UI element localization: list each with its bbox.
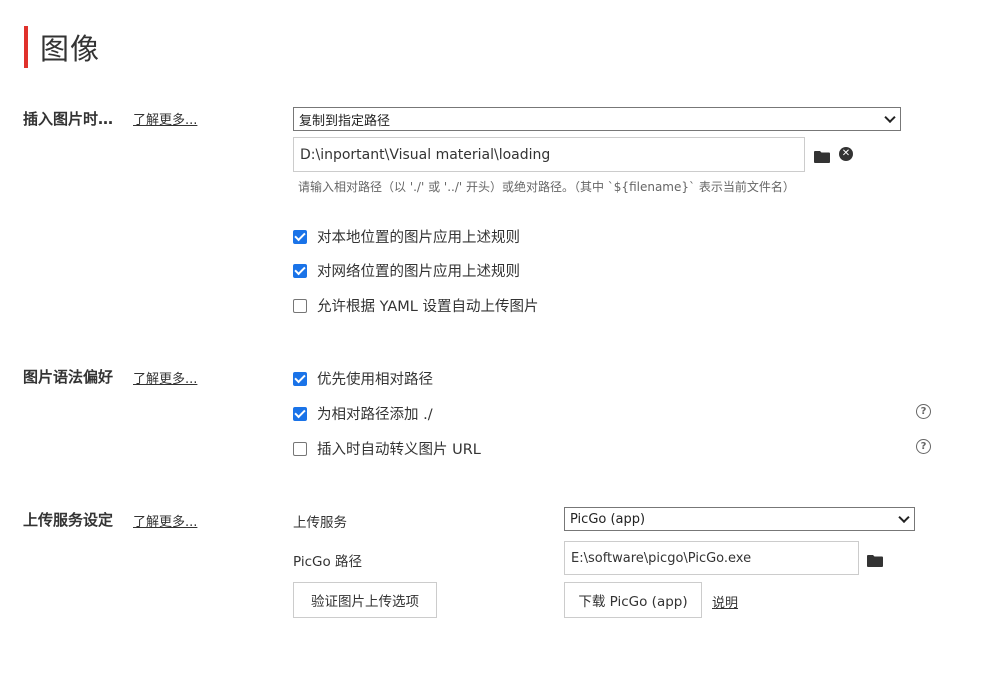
- explain-link[interactable]: 说明: [712, 592, 738, 611]
- learn-more-link-insert-image[interactable]: 了解更多...: [133, 109, 197, 128]
- learn-more-link-syntax-pref[interactable]: 了解更多...: [133, 368, 197, 387]
- folder-icon[interactable]: [814, 148, 830, 167]
- help-icon[interactable]: ?: [916, 404, 931, 419]
- option-network-images[interactable]: 对网络位置的图片应用上述规则: [293, 260, 520, 281]
- image-path-input[interactable]: D:\inportant\Visual material\loading: [293, 137, 805, 172]
- page-title: 图像: [24, 26, 100, 68]
- section-label-insert-image: 插入图片时…: [23, 110, 114, 128]
- upload-service-select-value: PicGo (app): [570, 511, 646, 527]
- upload-service-select[interactable]: PicGo (app): [564, 507, 915, 531]
- chevron-down-icon: [898, 511, 910, 524]
- option-local-images[interactable]: 对本地位置的图片应用上述规则: [293, 226, 520, 247]
- insert-action-select-value: 复制到指定路径: [299, 113, 391, 129]
- section-label-syntax-pref: 图片语法偏好: [23, 368, 114, 386]
- verify-upload-button[interactable]: 验证图片上传选项: [293, 582, 437, 618]
- folder-icon[interactable]: [867, 552, 883, 571]
- checkbox-prefer-relative[interactable]: [293, 371, 307, 386]
- picgo-path-label: PicGo 路径: [293, 554, 363, 570]
- option-add-dot-slash-label: 为相对路径添加 ./: [317, 407, 433, 423]
- option-yaml-upload[interactable]: 允许根据 YAML 设置自动上传图片: [293, 295, 538, 316]
- picgo-path-input[interactable]: E:\software\picgo\PicGo.exe: [564, 541, 859, 575]
- section-label-upload: 上传服务设定: [23, 511, 114, 529]
- chevron-down-icon: [884, 111, 896, 124]
- option-prefer-relative-label: 优先使用相对路径: [317, 372, 433, 388]
- option-add-dot-slash[interactable]: 为相对路径添加 ./: [293, 403, 433, 424]
- option-escape-url[interactable]: 插入时自动转义图片 URL: [293, 438, 481, 459]
- checkbox-local-images[interactable]: [293, 229, 307, 244]
- title-accent-bar: [24, 26, 28, 68]
- insert-action-select[interactable]: 复制到指定路径: [293, 107, 901, 131]
- checkbox-yaml-upload[interactable]: [293, 298, 307, 313]
- option-prefer-relative[interactable]: 优先使用相对路径: [293, 368, 433, 389]
- option-yaml-upload-label: 允许根据 YAML 设置自动上传图片: [317, 299, 539, 315]
- close-circle-icon[interactable]: ✕: [839, 147, 853, 161]
- download-picgo-button[interactable]: 下载 PicGo (app): [564, 582, 702, 618]
- checkbox-escape-url[interactable]: [293, 441, 307, 456]
- checkbox-add-dot-slash[interactable]: [293, 406, 307, 421]
- help-icon[interactable]: ?: [916, 439, 931, 454]
- option-network-images-label: 对网络位置的图片应用上述规则: [317, 264, 520, 280]
- upload-service-label: 上传服务: [293, 515, 347, 531]
- checkbox-network-images[interactable]: [293, 263, 307, 278]
- learn-more-link-upload[interactable]: 了解更多...: [133, 511, 197, 530]
- option-local-images-label: 对本地位置的图片应用上述规则: [317, 230, 520, 246]
- path-hint: 请输入相对路径（以 './' 或 '../' 开头）或绝对路径。（其中 `${f…: [298, 180, 795, 194]
- option-escape-url-label: 插入时自动转义图片 URL: [317, 442, 481, 458]
- page-title-text: 图像: [40, 32, 101, 66]
